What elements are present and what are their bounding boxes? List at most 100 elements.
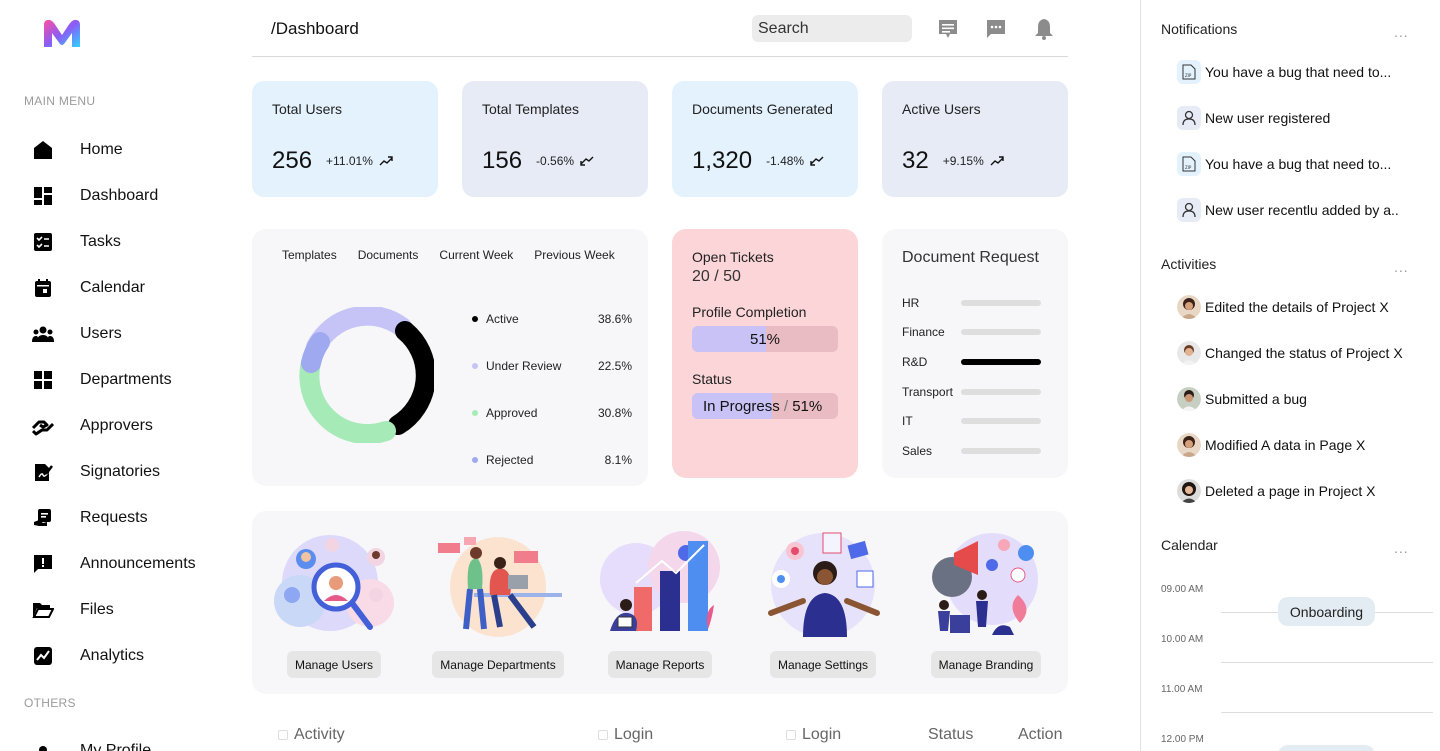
bell-icon[interactable]	[1033, 18, 1055, 40]
chat-icon[interactable]	[985, 18, 1007, 40]
activity-item[interactable]: Modified A data in Page X	[1177, 433, 1365, 457]
sidebar-item-label: Signatories	[80, 463, 161, 480]
doc-request-row: HR	[902, 288, 1042, 318]
app-logo[interactable]	[42, 17, 82, 49]
activity-item[interactable]: Edited the details of Project X	[1177, 295, 1389, 319]
stat-delta: +11.01%	[326, 154, 373, 168]
sidebar-item-departments[interactable]: Departments	[32, 357, 196, 403]
notification-item[interactable]: New user registered	[1177, 106, 1330, 130]
notification-text: You have a bug that need to...	[1205, 64, 1392, 80]
sidebar-item-my-profile[interactable]: My Profile	[32, 728, 151, 751]
users-icon	[32, 323, 54, 345]
sidebar-item-home[interactable]: Home	[32, 127, 196, 173]
messages-icon[interactable]	[937, 18, 959, 40]
notifications-more-button[interactable]: ...	[1394, 24, 1409, 40]
status-bar: In Progress / 51%	[692, 393, 838, 419]
select-checkbox[interactable]	[786, 730, 796, 740]
table-header-action[interactable]: Action	[1018, 726, 1062, 744]
calendar-event-onboarding[interactable]: Onboarding	[1278, 597, 1375, 626]
donut-segment-active	[388, 321, 434, 435]
activity-item[interactable]: Submitted a bug	[1177, 387, 1307, 411]
folder-icon	[32, 599, 54, 621]
calendar-more-button[interactable]: ...	[1394, 540, 1409, 556]
doc-request-label: IT	[902, 414, 913, 429]
calendar-event[interactable]	[1278, 745, 1375, 751]
sidebar-item-tasks[interactable]: Tasks	[32, 219, 196, 265]
stat-card-active-users[interactable]: Active Users 32 +9.15%	[882, 81, 1068, 197]
tab-templates[interactable]: Templates	[282, 248, 337, 262]
activity-text: Edited the details of Project X	[1205, 299, 1389, 315]
profile-completion-label: Profile Completion	[692, 304, 807, 320]
sidebar-item-dashboard[interactable]: Dashboard	[32, 173, 196, 219]
status-label: Status	[692, 371, 732, 387]
activities-more-button[interactable]: ...	[1394, 259, 1409, 275]
departments-icon	[32, 369, 54, 391]
manage-users-illustration	[274, 535, 394, 631]
stat-card-total-templates[interactable]: Total Templates 156 -0.56%	[462, 81, 648, 197]
sidebar-item-calendar[interactable]: Calendar	[32, 265, 196, 311]
stat-card-total-users[interactable]: Total Users 256 +11.01%	[252, 81, 438, 197]
manage-departments-button[interactable]: Manage Departments	[432, 651, 564, 678]
sidebar-item-label: Dashboard	[80, 187, 159, 204]
manage-settings-illustration	[768, 532, 880, 637]
tab-current-week[interactable]: Current Week	[439, 248, 513, 262]
manage-branding-button[interactable]: Manage Branding	[930, 651, 1042, 678]
manage-reports-button[interactable]: Manage Reports	[607, 651, 713, 678]
select-checkbox[interactable]	[278, 730, 288, 740]
doc-request-track	[961, 329, 1041, 336]
analytics-icon	[32, 645, 54, 667]
sidebar-item-announcements[interactable]: Announcements	[32, 541, 196, 587]
notification-text: New user recentlu added by a..	[1205, 202, 1399, 218]
stat-value: 1,320	[692, 147, 753, 174]
doc-request-row: IT	[902, 406, 1042, 436]
activity-item[interactable]: Deleted a page in Project X	[1177, 479, 1375, 503]
dashboard-icon	[32, 185, 54, 207]
sidebar-item-signatories[interactable]: Signatories	[32, 449, 196, 495]
document-request-title: Document Request	[902, 249, 1039, 266]
search-input[interactable]	[752, 15, 912, 42]
activity-text: Modified A data in Page X	[1205, 437, 1366, 453]
doc-request-track	[961, 388, 1041, 395]
sidebar-item-users[interactable]: Users	[32, 311, 196, 357]
select-checkbox[interactable]	[598, 730, 608, 740]
chart-tabs: Templates Documents Current Week Previou…	[282, 248, 615, 262]
avatar	[1177, 387, 1201, 411]
manage-users-button[interactable]: Manage Users	[286, 651, 382, 678]
table-header-activity[interactable]: Activity	[278, 726, 345, 744]
tab-documents[interactable]: Documents	[358, 248, 419, 262]
user-icon	[1177, 198, 1201, 222]
sidebar-item-label: Departments	[80, 371, 172, 388]
avatar	[1177, 479, 1201, 503]
table-header-login[interactable]: Login	[598, 726, 653, 744]
table-header-login-2[interactable]: Login	[786, 726, 841, 744]
sidebar-item-label: My Profile	[80, 742, 152, 751]
sidebar-item-label: Files	[80, 601, 114, 618]
doc-request-label: HR	[902, 295, 920, 310]
table-header-status[interactable]: Status	[928, 726, 973, 744]
sidebar-item-label: Home	[80, 141, 123, 158]
sidebar-item-requests[interactable]: Requests	[32, 495, 196, 541]
manage-settings-button[interactable]: Manage Settings	[769, 651, 877, 678]
notification-item[interactable]: ZIP You have a bug that need to...	[1177, 152, 1391, 176]
stat-value: 156	[482, 147, 523, 174]
notification-item[interactable]: ZIP You have a bug that need to...	[1177, 60, 1391, 84]
doc-request-row: Sales	[902, 436, 1042, 466]
profile-icon	[32, 740, 54, 751]
sidebar-item-analytics[interactable]: Analytics	[32, 633, 196, 679]
user-icon	[1177, 106, 1201, 130]
stat-card-documents-generated[interactable]: Documents Generated 1,320 -1.48%	[672, 81, 858, 197]
status-percent: 51%	[792, 398, 823, 415]
sidebar-item-approvers[interactable]: Approvers	[32, 403, 196, 449]
donut-segment-rejected	[301, 332, 330, 373]
approvers-icon	[32, 415, 54, 437]
doc-request-label: Finance	[902, 325, 945, 340]
activity-item[interactable]: Changed the status of Project X	[1177, 341, 1403, 365]
notification-item[interactable]: New user recentlu added by a..	[1177, 198, 1399, 222]
tab-previous-week[interactable]: Previous Week	[534, 248, 614, 262]
column-label: Action	[1018, 726, 1063, 743]
donut-segment-approved	[299, 349, 396, 443]
legend-value: 38.6%	[597, 311, 632, 326]
activity-text: Submitted a bug	[1205, 391, 1307, 407]
calendar-hour-line	[1221, 712, 1433, 713]
sidebar-item-files[interactable]: Files	[32, 587, 196, 633]
